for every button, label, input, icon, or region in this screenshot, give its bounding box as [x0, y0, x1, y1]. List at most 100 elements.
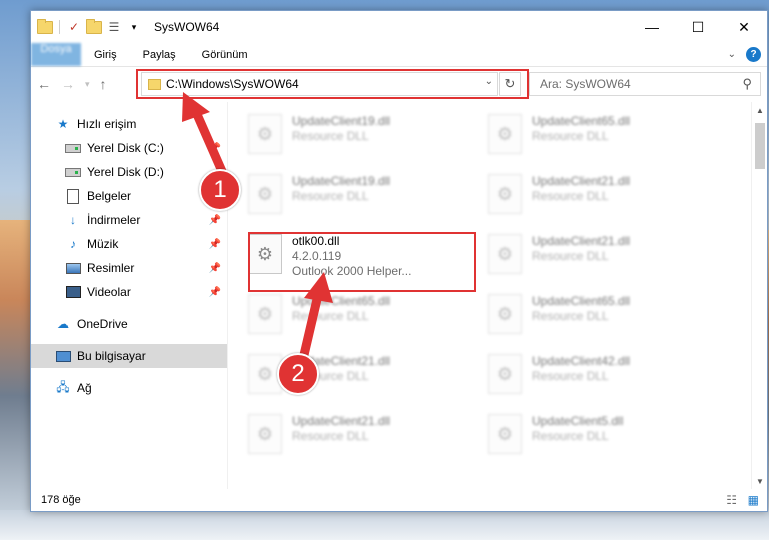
vertical-scrollbar[interactable]: ▲ ▼ — [751, 102, 767, 489]
ribbon-tabs: Dosya Giriş Paylaş Görünüm ⌄ ? — [31, 43, 767, 67]
dll-file-icon: ⚙ — [248, 174, 282, 214]
sidebar-item-onedrive[interactable]: ☁ OneDrive — [31, 312, 227, 336]
file-item[interactable]: ⚙ UpdateClient5.dll Resource DLL — [488, 408, 728, 468]
file-type: Resource DLL — [292, 129, 369, 143]
sidebar-item-downloads[interactable]: ↓ İndirmeler 📌 — [31, 208, 227, 232]
window-title: SysWOW64 — [154, 20, 220, 34]
address-row: ← → ▾ ↑ C:\Windows\SysWOW64 ⌄ ↻ Ara: Sys… — [31, 67, 767, 101]
sidebar-item-label: Resimler — [87, 261, 135, 275]
navigation-buttons: ← → ▾ ↑ — [37, 76, 107, 92]
sidebar-item-documents[interactable]: Belgeler 📌 — [31, 184, 227, 208]
search-input[interactable]: Ara: SysWOW64 ⚲ — [529, 72, 761, 96]
scrollbar-thumb[interactable] — [755, 123, 765, 169]
new-folder-icon[interactable] — [86, 18, 102, 35]
dll-file-icon: ⚙ — [248, 414, 282, 454]
dll-file-icon: ⚙ — [488, 114, 522, 154]
file-type: Outlook 2000 Helper... — [292, 264, 412, 278]
step-badge-1: 1 — [199, 169, 241, 211]
large-icons-view-icon[interactable]: ▦ — [748, 493, 759, 507]
file-name: UpdateClient21.dll — [292, 414, 391, 428]
quick-access-toolbar: ✓ ☰ ▾ — [31, 18, 142, 35]
pictures-icon — [65, 260, 81, 276]
file-type: Resource DLL — [532, 369, 609, 383]
address-bar[interactable]: C:\Windows\SysWOW64 ⌄ — [141, 72, 498, 96]
file-type: Resource DLL — [532, 129, 609, 143]
scroll-up-icon[interactable]: ▲ — [752, 102, 767, 118]
file-grid: ⚙ UpdateClient19.dll Resource DLL ⚙ Updat… — [248, 108, 728, 468]
title-bar: ✓ ☰ ▾ SysWOW64 — ☐ ✕ — [31, 11, 767, 43]
file-item[interactable]: ⚙ UpdateClient65.dll Resource DLL — [488, 108, 728, 168]
minimize-button[interactable]: — — [629, 11, 675, 43]
maximize-button[interactable]: ☐ — [675, 11, 721, 43]
explorer-window: ✓ ☰ ▾ SysWOW64 — ☐ ✕ Dosya Giriş Paylaş … — [30, 10, 768, 512]
pin-icon: 📌 — [208, 262, 221, 274]
file-name: UpdateClient42.dll — [532, 354, 631, 368]
tab-home[interactable]: Giriş — [81, 43, 130, 66]
sidebar-item-label: Videolar — [87, 285, 131, 299]
sidebar-item-disk-d[interactable]: Yerel Disk (D:) — [31, 160, 227, 184]
sidebar-item-pictures[interactable]: Resimler 📌 — [31, 256, 227, 280]
file-type: Resource DLL — [532, 309, 609, 323]
properties-icon[interactable]: ✓ — [66, 19, 82, 35]
file-name: UpdateClient65.dll — [532, 114, 631, 128]
star-icon: ★ — [57, 117, 69, 131]
details-view-icon[interactable]: ☷ — [726, 493, 737, 507]
file-name: UpdateClient65.dll — [292, 294, 391, 308]
file-name: UpdateClient21.dll — [532, 174, 631, 188]
customize-icon[interactable]: ☰ — [106, 19, 122, 35]
file-item[interactable]: ⚙ UpdateClient21.dll Resource DLL — [488, 228, 728, 288]
sidebar-item-network[interactable]: 🖧 Ağ — [31, 376, 227, 400]
file-type: Resource DLL — [532, 249, 609, 263]
file-item[interactable]: ⚙ UpdateClient42.dll Resource DLL — [488, 348, 728, 408]
file-item[interactable]: ⚙ UpdateClient65.dll Resource DLL — [488, 288, 728, 348]
file-item[interactable]: ⚙ UpdateClient21.dll Resource DLL — [488, 168, 728, 228]
file-item-otlk00[interactable]: ⚙ otlk00.dll 4.2.0.119 Outlook 2000 Help… — [248, 228, 488, 288]
file-type: Resource DLL — [532, 429, 609, 443]
file-name: UpdateClient21.dll — [532, 234, 631, 248]
dll-file-icon: ⚙ — [248, 294, 282, 334]
dropdown-icon[interactable]: ▾ — [126, 19, 142, 35]
tab-file[interactable]: Dosya — [31, 43, 81, 66]
close-button[interactable]: ✕ — [721, 11, 767, 43]
sidebar-item-videos[interactable]: Videolar 📌 — [31, 280, 227, 304]
tab-share[interactable]: Paylaş — [130, 43, 189, 66]
pin-icon: 📌 — [208, 286, 221, 298]
file-item[interactable]: ⚙ UpdateClient65.dll Resource DLL — [248, 288, 488, 348]
address-folder-icon — [148, 78, 161, 90]
sidebar-item-label: Ağ — [77, 381, 92, 395]
address-dropdown-icon[interactable]: ⌄ — [485, 76, 493, 87]
sidebar-item-label: Bu bilgisayar — [77, 349, 146, 363]
file-item[interactable]: ⚙ UpdateClient19.dll Resource DLL — [248, 168, 488, 228]
tab-view[interactable]: Görünüm — [189, 43, 261, 66]
file-version: 4.2.0.119 — [292, 249, 342, 263]
recent-chevron-icon[interactable]: ▾ — [85, 79, 90, 90]
back-arrow-icon[interactable]: ← — [37, 76, 51, 92]
folder-icon — [37, 18, 53, 35]
sidebar-item-this-pc[interactable]: Bu bilgisayar — [31, 344, 227, 368]
up-arrow-icon[interactable]: ↑ — [100, 76, 107, 92]
file-name: UpdateClient19.dll — [292, 174, 391, 188]
address-path: C:\Windows\SysWOW64 — [166, 77, 299, 91]
network-icon: 🖧 — [56, 379, 70, 394]
pin-icon: 📌 — [208, 214, 221, 226]
background-bottom — [0, 510, 769, 540]
file-item[interactable]: ⚙ UpdateClient21.dll Resource DLL — [248, 408, 488, 468]
dll-file-icon: ⚙ — [488, 414, 522, 454]
file-name: UpdateClient5.dll — [532, 414, 624, 428]
sidebar-item-quick-access[interactable]: ★ Hızlı erişim — [31, 112, 227, 136]
search-placeholder: Ara: SysWOW64 — [540, 77, 631, 91]
file-type: Resource DLL — [292, 309, 369, 323]
scroll-down-icon[interactable]: ▼ — [752, 473, 767, 489]
help-icon[interactable]: ? — [746, 47, 761, 62]
forward-arrow-icon[interactable]: → — [61, 76, 75, 92]
item-count: 178 öğe — [41, 494, 81, 506]
refresh-button[interactable]: ↻ — [499, 72, 521, 96]
file-type: Resource DLL — [292, 429, 369, 443]
sidebar-item-label: OneDrive — [77, 317, 128, 331]
sidebar-item-label: Yerel Disk (D:) — [87, 165, 164, 179]
sidebar-item-music[interactable]: ♪ Müzik 📌 — [31, 232, 227, 256]
sidebar-item-label: Yerel Disk (C:) — [87, 141, 164, 155]
file-item[interactable]: ⚙ UpdateClient19.dll Resource DLL — [248, 108, 488, 168]
expand-ribbon-icon[interactable]: ⌄ — [728, 49, 736, 60]
sidebar-item-disk-c[interactable]: Yerel Disk (C:) 📌 — [31, 136, 227, 160]
